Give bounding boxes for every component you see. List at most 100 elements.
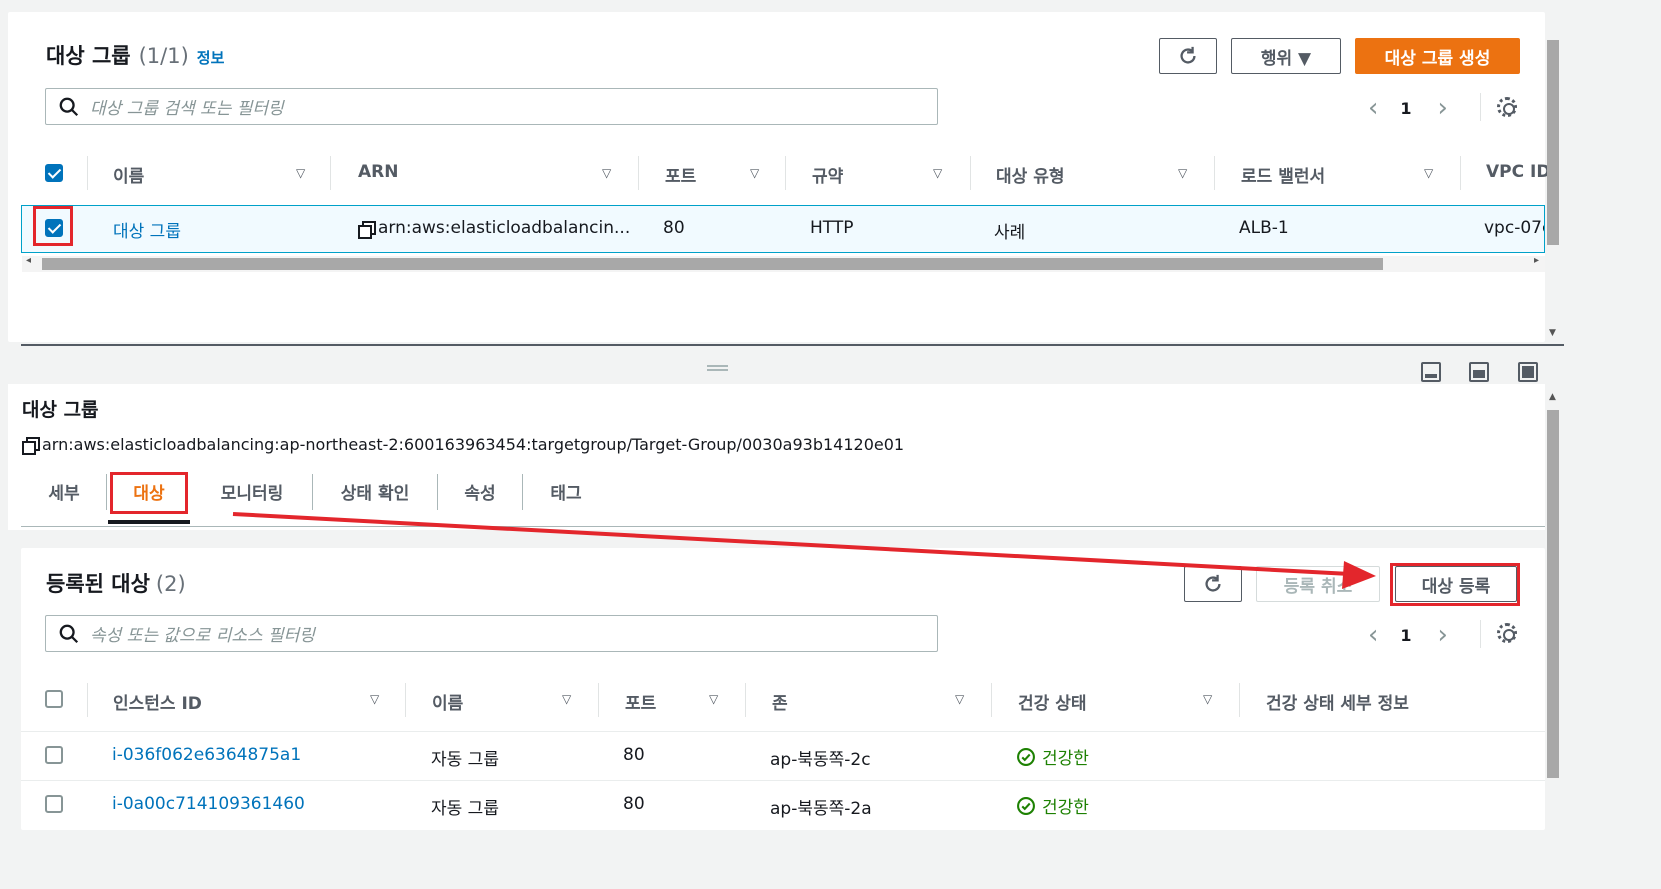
- register-targets-button[interactable]: 대상 등록: [1395, 566, 1517, 602]
- col-port[interactable]: 포트: [625, 689, 656, 714]
- instance-name: 자동 그룹: [431, 750, 499, 770]
- sort-icon[interactable]: ▽: [1203, 692, 1212, 706]
- col-health-details[interactable]: 건강 상태 세부 정보: [1266, 689, 1409, 714]
- table-row-selected[interactable]: [21, 205, 1545, 253]
- detail-arn-value: arn:aws:elasticloadbalancing:ap-northeas…: [42, 435, 905, 454]
- current-page[interactable]: 1: [1400, 626, 1411, 645]
- actions-dropdown-button[interactable]: 행위 ▼: [1231, 38, 1341, 74]
- col-zone[interactable]: 존: [772, 689, 788, 714]
- instance-zone: ap-북동쪽-2a: [770, 799, 872, 819]
- sort-icon[interactable]: ▽: [709, 692, 718, 706]
- vpc-value: vpc-07c: [1484, 218, 1544, 238]
- refresh-icon: [1205, 574, 1221, 592]
- pagination-targets: ‹ 1 ›: [1368, 620, 1448, 650]
- tab-divider: [21, 526, 1545, 527]
- targets-search-input[interactable]: 속성 또는 값으로 리소스 필터링: [45, 615, 938, 652]
- vertical-scrollbar[interactable]: ▲: [1546, 392, 1561, 832]
- col-instance-id[interactable]: 인스턴스 ID: [113, 689, 202, 714]
- next-page-icon[interactable]: ›: [1438, 620, 1448, 650]
- refresh-button[interactable]: [1159, 38, 1217, 74]
- deregister-button[interactable]: 등록 취소: [1256, 566, 1380, 602]
- next-page-icon[interactable]: ›: [1438, 93, 1448, 123]
- protocol-cell: HTTP: [810, 218, 854, 238]
- col-health-status[interactable]: 건강 상태: [1018, 689, 1086, 714]
- sort-icon[interactable]: ▽: [562, 692, 571, 706]
- col-arn[interactable]: ARN: [358, 162, 398, 182]
- col-vpc-id[interactable]: VPC ID: [1486, 162, 1550, 182]
- sort-icon[interactable]: ▽: [602, 166, 611, 180]
- split-divider[interactable]: [21, 344, 1564, 346]
- col-load-balancer[interactable]: 로드 밸런서: [1241, 162, 1325, 187]
- sort-icon[interactable]: ▽: [955, 692, 964, 706]
- detail-arn: arn:aws:elasticloadbalancing:ap-northeas…: [22, 435, 905, 455]
- copy-icon[interactable]: [22, 437, 40, 455]
- sort-icon[interactable]: ▽: [1178, 166, 1187, 180]
- refresh-targets-button[interactable]: [1184, 566, 1242, 602]
- drag-handle-icon[interactable]: [707, 365, 728, 371]
- tab-monitoring[interactable]: 모니터링: [194, 472, 310, 510]
- check-circle-icon: [1017, 747, 1035, 766]
- settings-gear-icon[interactable]: [1497, 623, 1517, 643]
- registered-count: (2): [155, 572, 186, 596]
- scroll-right-icon[interactable]: ▸: [1534, 255, 1539, 266]
- row-checkbox[interactable]: [45, 219, 63, 237]
- instance-id-link[interactable]: i-036f062e6364875a1: [112, 745, 301, 765]
- prev-page-icon[interactable]: ‹: [1368, 620, 1378, 650]
- scrollbar-thumb[interactable]: [1547, 40, 1559, 245]
- target-type-cell: 사례: [994, 223, 1026, 243]
- tab-attributes[interactable]: 속성: [438, 472, 522, 510]
- registered-targets-header: 등록된 대상 (2): [46, 568, 186, 598]
- tab-targets[interactable]: 대상: [108, 472, 190, 510]
- split-full-icon[interactable]: [1518, 362, 1538, 382]
- split-middle-icon[interactable]: [1469, 362, 1489, 382]
- page-title: 대상 그룹 (1/1) 정보: [46, 40, 224, 70]
- select-all-checkbox[interactable]: [45, 164, 63, 182]
- instance-port: 80: [623, 794, 645, 814]
- search-icon: [59, 97, 79, 116]
- col-port[interactable]: 포트: [665, 162, 696, 187]
- target-group-search-input[interactable]: 대상 그룹 검색 또는 필터링: [45, 88, 938, 125]
- scroll-up-icon[interactable]: ▲: [1549, 392, 1556, 402]
- detail-title: 대상 그룹: [22, 399, 99, 421]
- split-bottom-icon[interactable]: [1421, 362, 1441, 382]
- sort-icon[interactable]: ▽: [750, 166, 759, 180]
- sort-icon[interactable]: ▽: [933, 166, 942, 180]
- arn-cell: arn:aws:elasticloadbalancin...: [358, 218, 630, 239]
- search-placeholder: 대상 그룹 검색 또는 필터링: [90, 99, 284, 119]
- health-label: 건강한: [1042, 749, 1089, 769]
- load-balancer-cell: ALB-1: [1239, 218, 1289, 238]
- sort-icon[interactable]: ▽: [296, 166, 305, 180]
- row-checkbox[interactable]: [45, 795, 63, 813]
- tab-tags[interactable]: 태그: [524, 472, 608, 510]
- instance-port: 80: [623, 745, 645, 765]
- select-all-targets-checkbox[interactable]: [45, 690, 63, 708]
- info-link[interactable]: 정보: [197, 47, 225, 68]
- target-group-name-link[interactable]: 대상 그룹: [113, 217, 181, 242]
- instance-id-link[interactable]: i-0a00c714109361460: [112, 794, 305, 814]
- scroll-down-icon[interactable]: ▼: [1549, 328, 1556, 338]
- create-target-group-button[interactable]: 대상 그룹 생성: [1355, 38, 1520, 74]
- col-name[interactable]: 이름: [113, 162, 144, 187]
- row-checkbox[interactable]: [45, 746, 63, 764]
- col-name[interactable]: 이름: [432, 689, 463, 714]
- vertical-scrollbar[interactable]: ▼: [1546, 20, 1561, 338]
- col-protocol[interactable]: 규약: [812, 162, 843, 187]
- settings-gear-icon[interactable]: [1497, 97, 1517, 117]
- scrollbar-thumb[interactable]: [42, 258, 1383, 270]
- col-target-type[interactable]: 대상 유형: [996, 162, 1064, 187]
- scroll-left-icon[interactable]: ◂: [26, 255, 31, 266]
- sort-icon[interactable]: ▽: [1424, 166, 1433, 180]
- tab-details[interactable]: 세부: [22, 472, 106, 510]
- pagination-top: ‹ 1 ›: [1368, 93, 1448, 123]
- current-page[interactable]: 1: [1400, 99, 1411, 118]
- sort-icon[interactable]: ▽: [370, 692, 379, 706]
- registered-title: 등록된 대상: [46, 572, 150, 596]
- refresh-icon: [1180, 46, 1196, 64]
- tab-health-checks[interactable]: 상태 확인: [314, 472, 436, 510]
- active-tab-underline: [108, 520, 190, 524]
- horizontal-scrollbar[interactable]: ◂ ▸: [22, 255, 1545, 272]
- port-cell: 80: [663, 218, 685, 238]
- copy-icon[interactable]: [358, 220, 376, 239]
- prev-page-icon[interactable]: ‹: [1368, 93, 1378, 123]
- scrollbar-thumb[interactable]: [1547, 410, 1559, 778]
